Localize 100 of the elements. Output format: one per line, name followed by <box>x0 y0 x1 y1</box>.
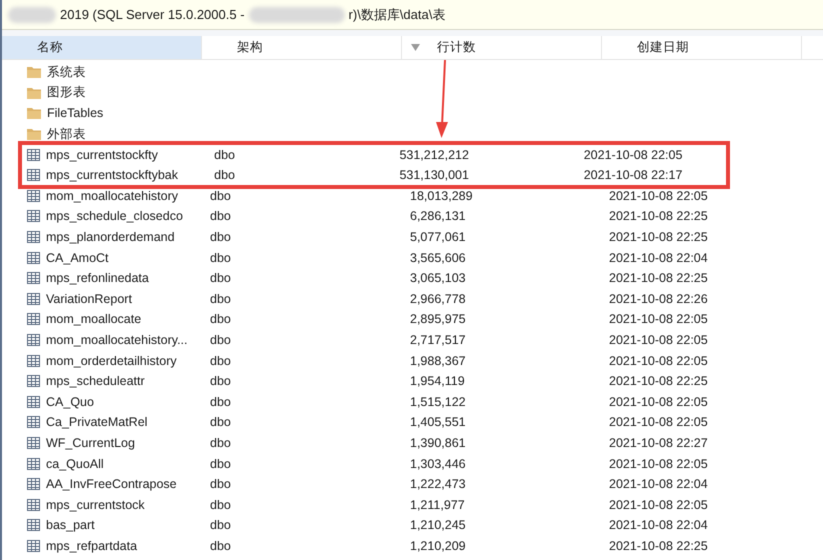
table-icon <box>27 292 40 305</box>
schema-cell: dbo <box>210 394 231 409</box>
sort-icon <box>411 44 420 51</box>
table-name[interactable]: CA_Quo <box>46 394 94 409</box>
row-count-cell: 1,303,446 <box>410 456 466 471</box>
created-date-cell: 2021-10-08 22:25 <box>609 271 708 286</box>
created-date-cell: 2021-10-08 22:25 <box>609 538 708 553</box>
table-name[interactable]: Ca_PrivateMatRel <box>46 415 148 430</box>
table-icon <box>27 313 40 326</box>
row-count-cell: 1,405,551 <box>410 415 466 430</box>
row-count-cell: 531,130,001 <box>399 168 469 182</box>
folder-icon <box>27 66 41 78</box>
created-date-cell: 2021-10-08 22:26 <box>609 292 708 306</box>
schema-cell: dbo <box>210 271 231 286</box>
row-count-cell: 1,390,861 <box>410 436 466 450</box>
created-date-cell: 2021-10-08 22:25 <box>609 374 708 388</box>
address-bar[interactable]: 2019 (SQL Server 15.0.2000.5 - r)\数据库\data\表 <box>2 0 823 30</box>
row-count-cell: 18,013,289 <box>410 188 473 203</box>
folder-name[interactable]: 系统表 <box>47 64 86 81</box>
created-date-cell: 2021-10-08 22:25 <box>609 230 708 244</box>
table-name[interactable]: mps_schedule_closedco <box>46 209 183 224</box>
created-date-cell: 2021-10-08 22:27 <box>609 436 708 450</box>
schema-cell: dbo <box>210 292 231 306</box>
schema-cell: dbo <box>210 333 231 348</box>
table-name[interactable]: mps_currentstockfty <box>46 148 158 162</box>
table-name[interactable]: AA_InvFreeContrapose <box>46 477 177 492</box>
row-count-cell: 3,565,606 <box>410 250 466 265</box>
folder-name[interactable]: 外部表 <box>47 126 86 143</box>
created-date-cell: 2021-10-08 22:05 <box>609 354 708 368</box>
column-header[interactable]: 名称 <box>2 36 202 59</box>
table-icon <box>27 231 40 244</box>
row-count-cell: 1,211,977 <box>410 498 465 512</box>
schema-cell: dbo <box>210 538 231 553</box>
row-count-cell: 1,210,209 <box>410 538 466 553</box>
table-icon <box>27 478 40 490</box>
created-date-cell: 2021-10-08 22:05 <box>609 394 708 409</box>
table-icon <box>27 540 40 552</box>
table-name[interactable]: CA_AmoCt <box>46 250 109 265</box>
table-icon <box>27 252 40 264</box>
table-icon <box>27 190 40 202</box>
row-count-cell: 2,895,975 <box>410 312 466 326</box>
table-name[interactable]: mps_currentstockftybak <box>46 168 178 182</box>
row-count-cell: 6,286,131 <box>410 209 466 224</box>
table-name[interactable]: mom_moallocatehistory <box>46 188 178 203</box>
row-count-cell: 1,222,473 <box>410 477 466 492</box>
table-icon <box>27 498 40 511</box>
created-date-cell: 2021-10-08 22:04 <box>609 477 708 492</box>
schema-cell: dbo <box>210 374 231 388</box>
schema-cell: dbo <box>210 456 231 471</box>
table-icon <box>27 169 40 182</box>
table-name[interactable]: mom_moallocate <box>46 312 142 326</box>
schema-cell: dbo <box>210 188 231 203</box>
created-date-cell: 2021-10-08 22:05 <box>609 415 708 430</box>
path-text: r)\数据库\data\表 <box>348 6 446 24</box>
table-name[interactable]: WF_CurrentLog <box>46 436 135 450</box>
created-date-cell: 2021-10-08 22:17 <box>584 168 682 182</box>
table-icon <box>27 272 40 284</box>
table-icon <box>27 375 40 388</box>
table-name[interactable]: mps_currentstock <box>46 498 145 512</box>
table-name[interactable]: VariationReport <box>46 292 132 306</box>
table-name[interactable]: mom_orderdetailhistory <box>46 354 177 368</box>
table-name[interactable]: mps_refpartdata <box>46 538 138 553</box>
schema-cell: dbo <box>210 209 231 224</box>
redacted-text <box>8 6 56 22</box>
row-count-cell: 2,966,778 <box>410 292 466 306</box>
folder-icon <box>27 128 41 140</box>
row-count-cell: 5,077,061 <box>410 230 466 244</box>
folder-name[interactable]: 图形表 <box>47 84 86 102</box>
table-name[interactable]: ca_QuoAll <box>46 456 104 471</box>
table-icon <box>27 436 40 449</box>
table-icon <box>27 396 40 408</box>
row-count-cell: 531,212,212 <box>399 148 469 162</box>
schema-cell: dbo <box>210 415 231 430</box>
created-date-cell: 2021-10-08 22:05 <box>609 333 708 348</box>
schema-cell: dbo <box>210 354 231 368</box>
folder-icon <box>27 107 41 120</box>
row-count-cell: 1,954,119 <box>410 374 465 388</box>
created-date-cell: 2021-10-08 22:04 <box>609 518 708 532</box>
table-name[interactable]: mps_refonlinedata <box>46 271 149 286</box>
schema-cell: dbo <box>210 250 231 265</box>
schema-cell: dbo <box>210 498 231 512</box>
row-count-cell: 1,515,122 <box>410 394 466 409</box>
table-name[interactable]: bas_part <box>46 518 95 532</box>
path-text: 2019 (SQL Server 15.0.2000.5 - <box>60 7 245 22</box>
table-icon <box>27 354 40 367</box>
table-icon <box>27 519 40 532</box>
folder-icon <box>27 86 41 99</box>
created-date-cell: 2021-10-08 22:04 <box>609 250 708 265</box>
table-icon <box>27 458 40 470</box>
table-name[interactable]: mps_planorderdemand <box>46 230 175 244</box>
row-count-cell: 1,210,245 <box>410 518 466 532</box>
table-name[interactable]: mps_scheduleattr <box>46 374 145 388</box>
schema-cell: dbo <box>210 312 231 326</box>
row-count-cell: 2,717,517 <box>410 333 466 348</box>
schema-cell: dbo <box>210 436 231 450</box>
folder-name[interactable]: FileTables <box>47 106 104 120</box>
schema-cell: dbo <box>210 518 231 532</box>
table-icon <box>27 416 40 428</box>
table-icon <box>27 334 40 346</box>
table-name[interactable]: mom_moallocatehistory... <box>46 333 188 348</box>
